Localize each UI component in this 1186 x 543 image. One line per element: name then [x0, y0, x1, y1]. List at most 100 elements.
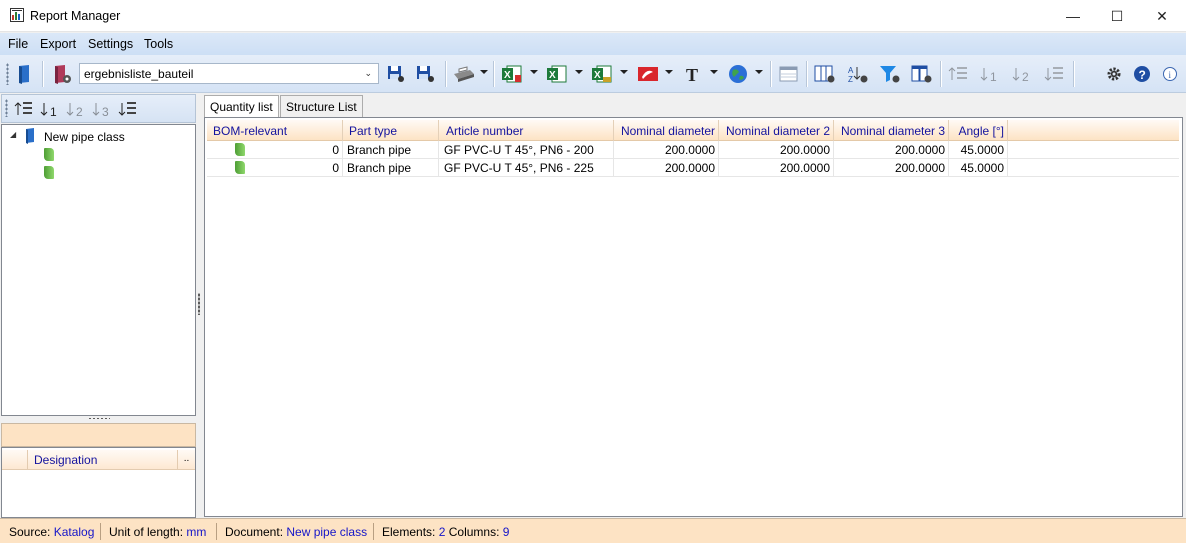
splitter-grip-icon[interactable] — [88, 417, 110, 420]
pdf-export-button[interactable] — [636, 62, 660, 86]
help-icon: ? — [1134, 66, 1150, 82]
table-layout-button[interactable] — [777, 62, 801, 86]
filter-icon — [880, 66, 900, 83]
pipe-class-icon — [26, 128, 34, 144]
splitter-grip-icon[interactable] — [198, 293, 200, 315]
cell-nominal-diameter-3[interactable]: 200.0000 — [834, 159, 949, 177]
designation-header[interactable]: Designation — [34, 453, 97, 467]
table-row[interactable]: 0 Branch pipe GF PVC-U T 45°, PN6 - 200 … — [207, 141, 1179, 159]
sort-ascending-button[interactable] — [947, 62, 971, 86]
web-export-button[interactable] — [726, 62, 750, 86]
cell-bom-relevant[interactable]: 0 — [207, 141, 343, 159]
toolbar-separator — [806, 61, 807, 87]
column-article-number[interactable]: Article number — [439, 120, 614, 141]
toolbar-separator — [445, 61, 446, 87]
document-tree[interactable]: ◢ New pipe class — [1, 124, 196, 416]
quantity-list-grid[interactable]: BOM-relevant Part type Article number No… — [204, 117, 1183, 517]
cell-nominal-diameter[interactable]: 200.0000 — [614, 159, 719, 177]
toolbar-separator — [770, 61, 771, 87]
column-angle[interactable]: Angle [°] — [949, 120, 1008, 141]
report-select[interactable]: ergebnisliste_bauteil ⌄ — [79, 63, 379, 84]
cell-nominal-diameter-3[interactable]: 200.0000 — [834, 141, 949, 159]
horizontal-splitter[interactable] — [1, 416, 196, 423]
settings-button[interactable] — [1102, 62, 1126, 86]
menu-tools[interactable]: Tools — [144, 37, 173, 51]
excel-export-dropdown[interactable] — [530, 70, 538, 74]
properties-grid[interactable]: Designation .. — [1, 447, 196, 518]
svg-text:X: X — [594, 70, 601, 81]
tree-toolbar: 1 2 3 — [1, 94, 196, 123]
cell-nominal-diameter-2[interactable]: 200.0000 — [719, 159, 834, 177]
close-button[interactable]: ✕ — [1139, 0, 1185, 32]
text-dropdown[interactable] — [710, 70, 718, 74]
toolbar-separator — [1073, 61, 1074, 87]
status-unit-value: mm — [186, 525, 207, 539]
cell-part-type[interactable]: Branch pipe — [343, 141, 439, 159]
menu-settings[interactable]: Settings — [88, 37, 133, 51]
vertical-splitter[interactable] — [197, 93, 201, 518]
cell-article-number[interactable]: GF PVC-U T 45°, PN6 - 225 — [439, 159, 614, 177]
web-export-icon — [729, 65, 747, 83]
minimize-button[interactable]: — — [1050, 0, 1096, 32]
tab-structure-list[interactable]: Structure List — [280, 95, 363, 117]
tree-sort-1-button[interactable]: 1 — [38, 97, 62, 121]
tree-sort-2-button[interactable]: 2 — [64, 97, 88, 121]
excel-export-button[interactable]: X — [500, 62, 524, 86]
chevron-down-icon[interactable]: ⌄ — [364, 68, 372, 79]
sort-button[interactable]: AZ — [846, 62, 870, 86]
column-nominal-diameter-2[interactable]: Nominal diameter 2 — [719, 120, 834, 141]
toolbar-separator — [940, 61, 941, 87]
cell-part-type[interactable]: Branch pipe — [343, 159, 439, 177]
info-button[interactable]: i — [1158, 62, 1182, 86]
part-leaf-icon[interactable] — [44, 148, 54, 161]
sort-level-1-button[interactable]: 1 — [979, 62, 1003, 86]
column-bom-relevant[interactable]: BOM-relevant — [207, 120, 343, 141]
status-separator — [100, 523, 101, 540]
menu-export[interactable]: Export — [40, 37, 76, 51]
excel-dropdown[interactable] — [575, 70, 583, 74]
columns-button[interactable] — [813, 62, 837, 86]
column-nominal-diameter-3[interactable]: Nominal diameter 3 — [834, 120, 949, 141]
web-export-dropdown[interactable] — [755, 70, 763, 74]
cell-angle[interactable]: 45.0000 — [949, 141, 1008, 159]
column-part-type[interactable]: Part type — [343, 120, 439, 141]
part-leaf-icon[interactable] — [44, 166, 54, 179]
sort-descending-button[interactable] — [1043, 62, 1067, 86]
sort-level-2-button[interactable]: 2 — [1011, 62, 1035, 86]
text-button[interactable]: T — [681, 62, 705, 86]
column-more-button[interactable]: .. — [177, 450, 195, 469]
window-title: Report Manager — [30, 9, 121, 23]
tree-sort-asc-button[interactable] — [12, 97, 36, 121]
filter-button[interactable] — [878, 62, 902, 86]
tree-sort-desc-button[interactable] — [116, 97, 140, 121]
cell-angle[interactable]: 45.0000 — [949, 159, 1008, 177]
table-row[interactable]: 0 Branch pipe GF PVC-U T 45°, PN6 - 225 … — [207, 159, 1179, 177]
tree-sort-3-button[interactable]: 3 — [90, 97, 114, 121]
pdf-export-dropdown[interactable] — [665, 70, 673, 74]
tree-sort-2-icon: 2 — [66, 103, 83, 118]
excel-button[interactable]: X — [545, 62, 569, 86]
cell-nominal-diameter[interactable]: 200.0000 — [614, 141, 719, 159]
column-nominal-diameter[interactable]: Nominal diameter — [614, 120, 719, 141]
cell-article-number[interactable]: GF PVC-U T 45°, PN6 - 200 — [439, 141, 614, 159]
tree-toolbar-grip[interactable] — [5, 99, 8, 117]
help-button[interactable]: ? — [1130, 62, 1154, 86]
excel-template-dropdown[interactable] — [620, 70, 628, 74]
report-settings-button[interactable] — [50, 62, 74, 86]
expand-arrow-icon[interactable]: ◢ — [10, 130, 16, 139]
tab-quantity-list[interactable]: Quantity list — [204, 95, 279, 118]
cell-nominal-diameter-2[interactable]: 200.0000 — [719, 141, 834, 159]
print-dropdown[interactable] — [480, 70, 488, 74]
save-as-button[interactable] — [414, 62, 438, 86]
toolbar-grip[interactable] — [6, 63, 9, 85]
save-button[interactable] — [384, 62, 408, 86]
print-button[interactable] — [452, 62, 476, 86]
status-unit: Unit of length: mm — [109, 525, 206, 539]
open-report-button[interactable] — [13, 62, 37, 86]
menu-file[interactable]: File — [8, 37, 28, 51]
cell-bom-relevant[interactable]: 0 — [207, 159, 343, 177]
tree-root-label[interactable]: New pipe class — [44, 130, 125, 144]
excel-template-button[interactable]: X — [590, 62, 614, 86]
group-button[interactable] — [910, 62, 934, 86]
maximize-button[interactable]: ☐ — [1094, 0, 1140, 32]
